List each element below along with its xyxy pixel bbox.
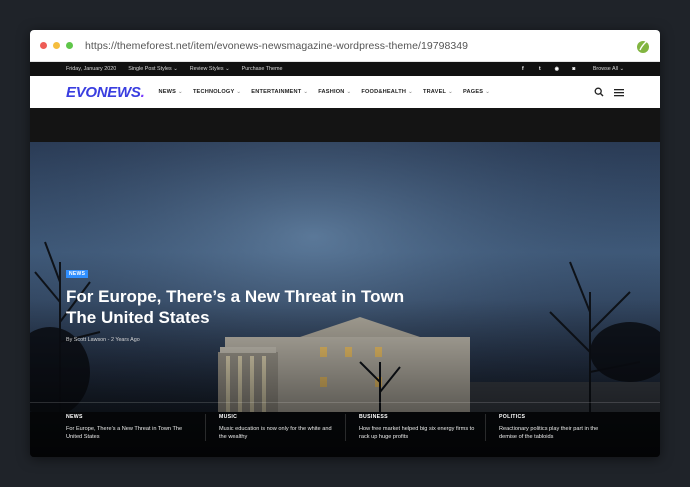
browser-window: https://themeforest.net/item/evonews-new… [30,30,660,457]
menu-item-food-health[interactable]: FOOD&HEALTH ⌄ [361,89,413,95]
featured-post-category: POLITICS [499,414,526,420]
featured-post-title[interactable]: For Europe, There’s a New Threat in Town… [66,426,195,441]
minimize-window-dot[interactable] [53,42,60,49]
hero-content: NEWS For Europe, There’s a New Threat in… [66,262,426,343]
featured-post-category: NEWS [66,414,83,420]
featured-post-politics[interactable]: POLITICS Reactionary politics play their… [486,414,626,441]
facebook-icon[interactable]: f [520,66,526,72]
featured-posts-row: NEWS For Europe, There’s a New Threat in… [66,414,626,441]
main-menu: NEWS ⌄ TECHNOLOGY ⌄ ENTERTAINMENT ⌄ FASHION… [158,89,500,95]
hero-byline: By Scott Lawson - 2 Years Ago [66,337,140,343]
close-window-dot[interactable] [40,42,47,49]
menu-item-fashion[interactable]: FASHION ⌄ [318,89,351,95]
featured-post-category: MUSIC [219,414,238,420]
browser-address-bar: https://themeforest.net/item/evonews-new… [30,30,660,62]
hero-category-badge[interactable]: NEWS [66,270,89,278]
menu-item-entertainment[interactable]: ENTERTAINMENT ⌄ [251,89,308,95]
maximize-window-dot[interactable] [66,42,73,49]
site-logo[interactable]: EVONEWS. [66,84,145,101]
menu-item-news[interactable]: NEWS ⌄ [158,89,182,95]
featured-post-business[interactable]: BUSINESS How free market helped big six … [346,414,486,441]
featured-post-music[interactable]: MUSIC Music education is now only for th… [206,414,346,441]
hero-bottom-divider [30,402,660,403]
url-text[interactable]: https://themeforest.net/item/evonews-new… [85,40,468,52]
featured-post-title[interactable]: How free market helped big six energy fi… [359,426,475,441]
hero-title[interactable]: For Europe, There’s a New Threat in Town… [66,286,426,328]
featured-post-title[interactable]: Music education is now only for the whit… [219,426,335,441]
topbar-single-post-styles[interactable]: Single Post Styles ⌄ [128,66,177,72]
instagram-icon[interactable]: ◉ [554,66,560,72]
hero-banner[interactable]: NEWS For Europe, There’s a New Threat in… [30,142,660,457]
menu-item-travel[interactable]: TRAVEL ⌄ [423,89,453,95]
hamburger-menu-icon[interactable] [614,88,624,97]
menu-item-technology[interactable]: TECHNOLOGY ⌄ [193,89,241,95]
browse-all-dropdown[interactable]: Browse All ⌄ [593,66,624,72]
envato-leaf-icon [637,39,649,53]
featured-post-title[interactable]: Reactionary politics play their part in … [499,426,616,441]
featured-post-news[interactable]: NEWS For Europe, There’s a New Threat in… [66,414,206,441]
search-icon[interactable] [594,87,604,97]
top-utility-bar: Friday, January 2020 Single Post Styles … [30,62,660,76]
featured-post-category: BUSINESS [359,414,388,420]
topbar-purchase-theme[interactable]: Purchase Theme [242,66,283,72]
rss-icon[interactable]: ◙ [571,66,577,72]
ad-strip [30,108,660,142]
menu-item-pages[interactable]: PAGES ⌄ [463,89,490,95]
topbar-review-styles[interactable]: Review Styles ⌄ [190,66,230,72]
topbar-date: Friday, January 2020 [66,66,117,72]
twitter-icon[interactable]: t [537,66,543,72]
main-navbar: EVONEWS. NEWS ⌄ TECHNOLOGY ⌄ ENTERTAINMENT… [30,76,660,108]
